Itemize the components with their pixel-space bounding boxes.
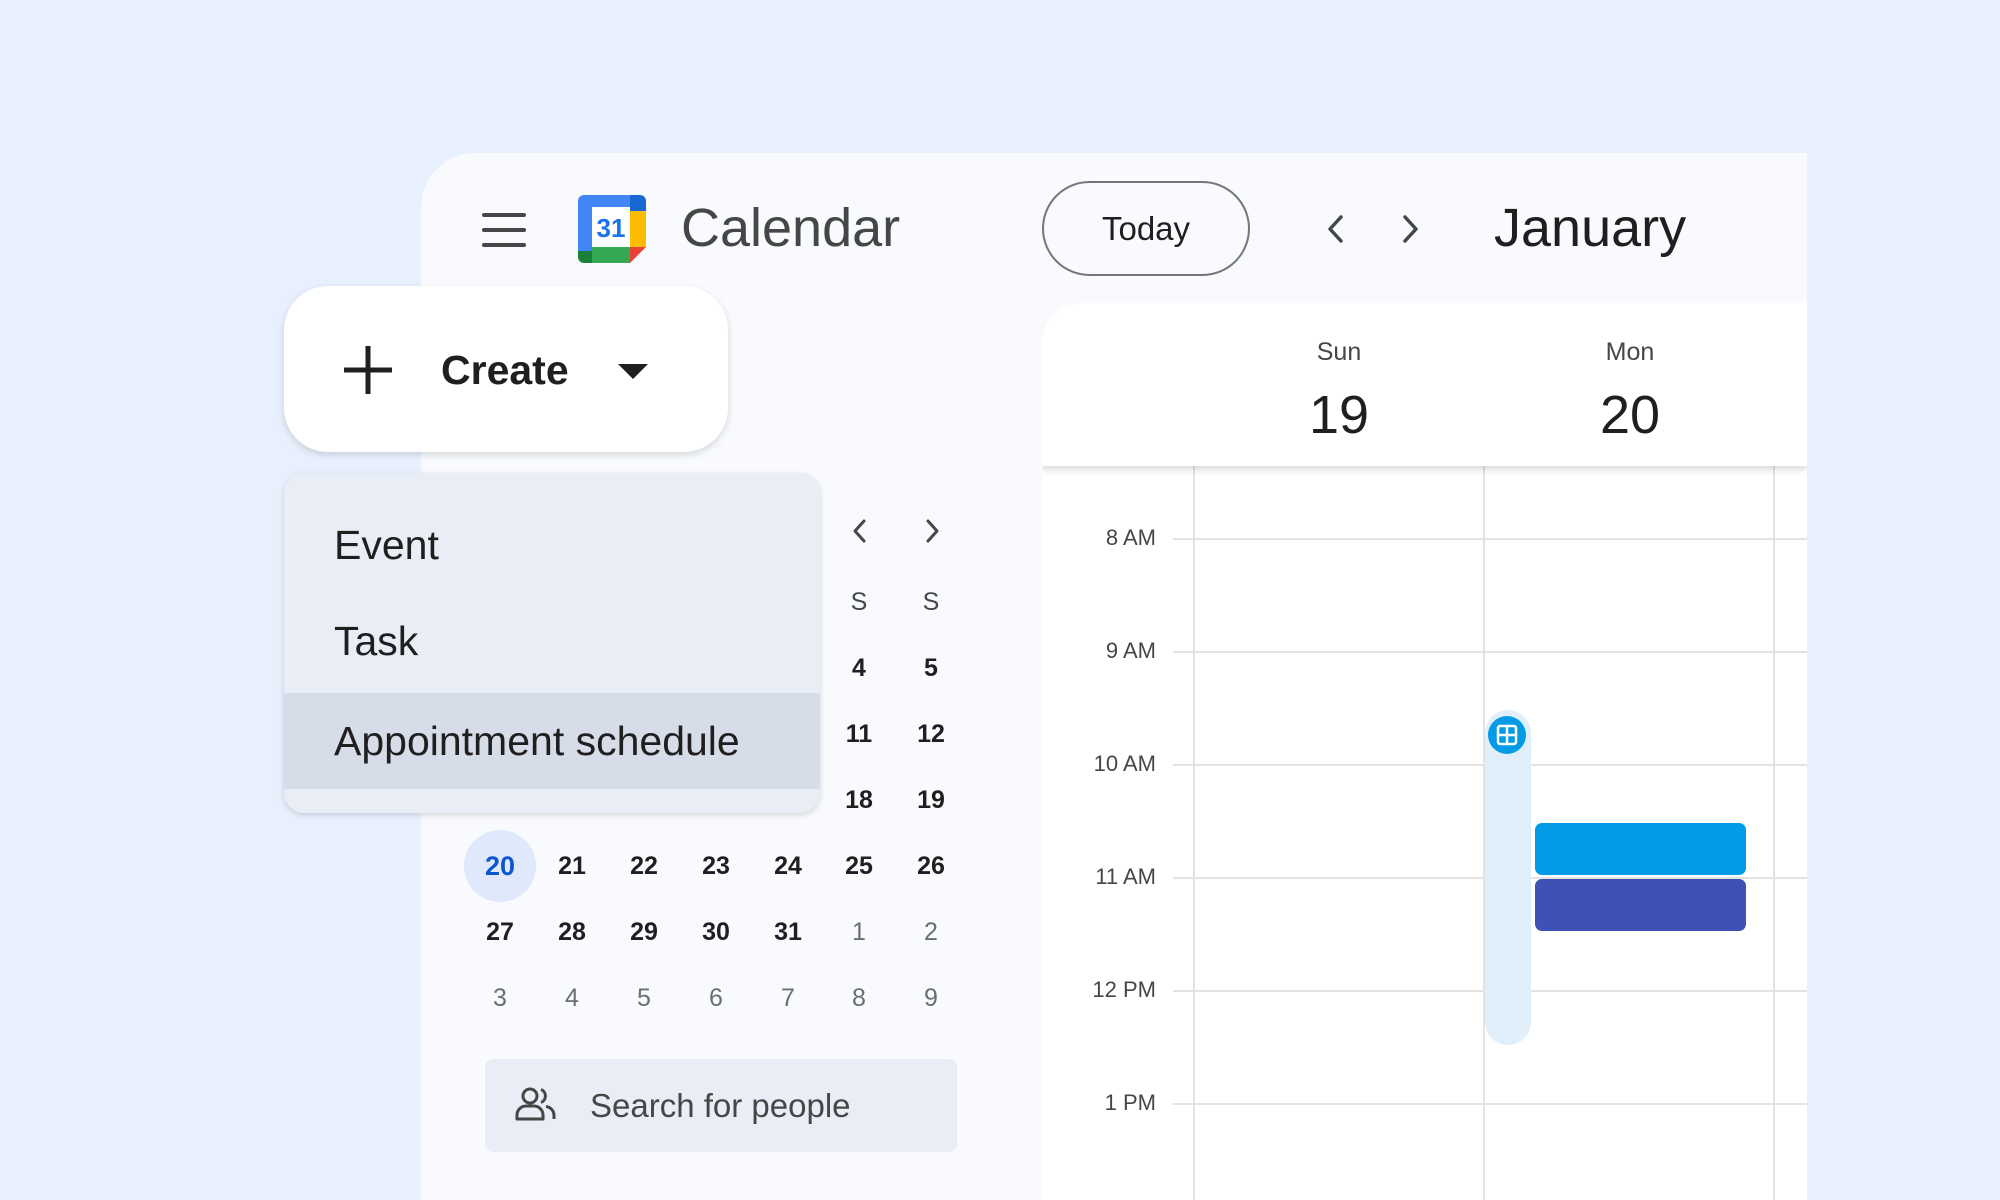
today-button[interactable]: Today: [1042, 181, 1250, 276]
hour-gridline: [1173, 1103, 1807, 1105]
mini-day-today[interactable]: 20: [464, 830, 536, 902]
chevron-left-icon: [853, 519, 866, 543]
mini-day[interactable]: 30: [684, 900, 748, 964]
time-label: 10 AM: [1093, 751, 1156, 776]
event-block[interactable]: [1535, 879, 1746, 931]
logo-number: 31: [597, 213, 626, 243]
time-label: 11 AM: [1095, 864, 1156, 889]
chevron-left-icon: [1328, 215, 1343, 243]
people-icon: [515, 1087, 556, 1121]
mini-day-next-month[interactable]: 7: [756, 966, 820, 1030]
chevron-right-icon: [926, 519, 939, 543]
mini-day[interactable]: 21: [540, 834, 604, 898]
mini-day[interactable]: 23: [684, 834, 748, 898]
mini-day[interactable]: 19: [899, 768, 963, 832]
hour-gridline: [1173, 538, 1807, 540]
event-block[interactable]: [1535, 823, 1746, 875]
mini-day[interactable]: 22: [612, 834, 676, 898]
hour-gridline: [1173, 651, 1807, 653]
day-of-week-label: Mon: [1605, 338, 1655, 366]
time-label: 8 AM: [1105, 525, 1156, 550]
search-people-field[interactable]: Search for people: [485, 1059, 957, 1152]
mini-day-next-month[interactable]: 3: [468, 966, 532, 1030]
day-of-week-label: Sun: [1316, 338, 1362, 366]
appointment-schedule-button[interactable]: [1488, 716, 1526, 754]
mini-day-next-month[interactable]: 4: [540, 966, 604, 1030]
app-title: Calendar: [681, 198, 901, 258]
day-number-button[interactable]: 19: [1269, 383, 1409, 447]
hamburger-menu-icon[interactable]: [482, 213, 526, 247]
mini-day[interactable]: 29: [612, 900, 676, 964]
month-title: January: [1494, 198, 1687, 258]
time-label: 1 PM: [1104, 1090, 1156, 1115]
calendar-logo-icon: 31: [578, 195, 646, 263]
day-column-divider: [1193, 466, 1195, 1200]
menu-item-appointment-schedule[interactable]: Appointment schedule: [284, 693, 820, 789]
mini-day-next-month[interactable]: 8: [827, 966, 891, 1030]
mini-prev-month-button[interactable]: [834, 505, 886, 557]
day-number-button[interactable]: 20: [1560, 383, 1700, 447]
create-button[interactable]: Create: [284, 286, 728, 452]
mini-day[interactable]: 28: [540, 900, 604, 964]
mini-day[interactable]: 31: [756, 900, 820, 964]
mini-day[interactable]: 5: [899, 636, 963, 700]
chevron-right-icon: [1403, 215, 1418, 243]
menu-item-event[interactable]: Event: [284, 497, 820, 593]
grid-icon: [1496, 724, 1518, 746]
mini-day-next-month[interactable]: 5: [612, 966, 676, 1030]
mini-day[interactable]: 26: [899, 834, 963, 898]
mini-day[interactable]: 11: [827, 702, 891, 766]
mini-day[interactable]: 18: [827, 768, 891, 832]
time-label: 12 PM: [1092, 977, 1156, 1002]
mini-day-next-month[interactable]: 9: [899, 966, 963, 1030]
time-label: 9 AM: [1105, 638, 1156, 663]
next-period-button[interactable]: [1382, 201, 1438, 257]
search-people-placeholder: Search for people: [590, 1087, 851, 1124]
appointment-schedule-strip[interactable]: [1485, 710, 1531, 1045]
mini-day[interactable]: 12: [899, 702, 963, 766]
week-view-grid: Sun 19 Mon 20 8 AM 9 AM 10 AM 11 AM 12 P…: [1042, 303, 1807, 1200]
mini-day[interactable]: 25: [827, 834, 891, 898]
create-label: Create: [441, 347, 569, 393]
mini-day-next-month[interactable]: 6: [684, 966, 748, 1030]
menu-item-task[interactable]: Task: [284, 593, 820, 689]
mini-day[interactable]: 27: [468, 900, 532, 964]
create-dropdown-menu: Event Task Appointment schedule: [284, 473, 820, 813]
mini-day[interactable]: 4: [827, 636, 891, 700]
mini-dow-label: S: [850, 587, 868, 616]
mini-dow-label: S: [922, 587, 940, 616]
caret-down-icon: [618, 364, 648, 379]
mini-day[interactable]: 24: [756, 834, 820, 898]
mini-day-next-month[interactable]: 2: [899, 900, 963, 964]
mini-day-next-month[interactable]: 1: [827, 900, 891, 964]
mini-next-month-button[interactable]: [906, 505, 958, 557]
prev-period-button[interactable]: [1308, 201, 1364, 257]
day-header: Sun 19 Mon 20: [1042, 303, 1807, 466]
day-column-divider: [1773, 466, 1775, 1200]
plus-icon: [344, 346, 392, 394]
